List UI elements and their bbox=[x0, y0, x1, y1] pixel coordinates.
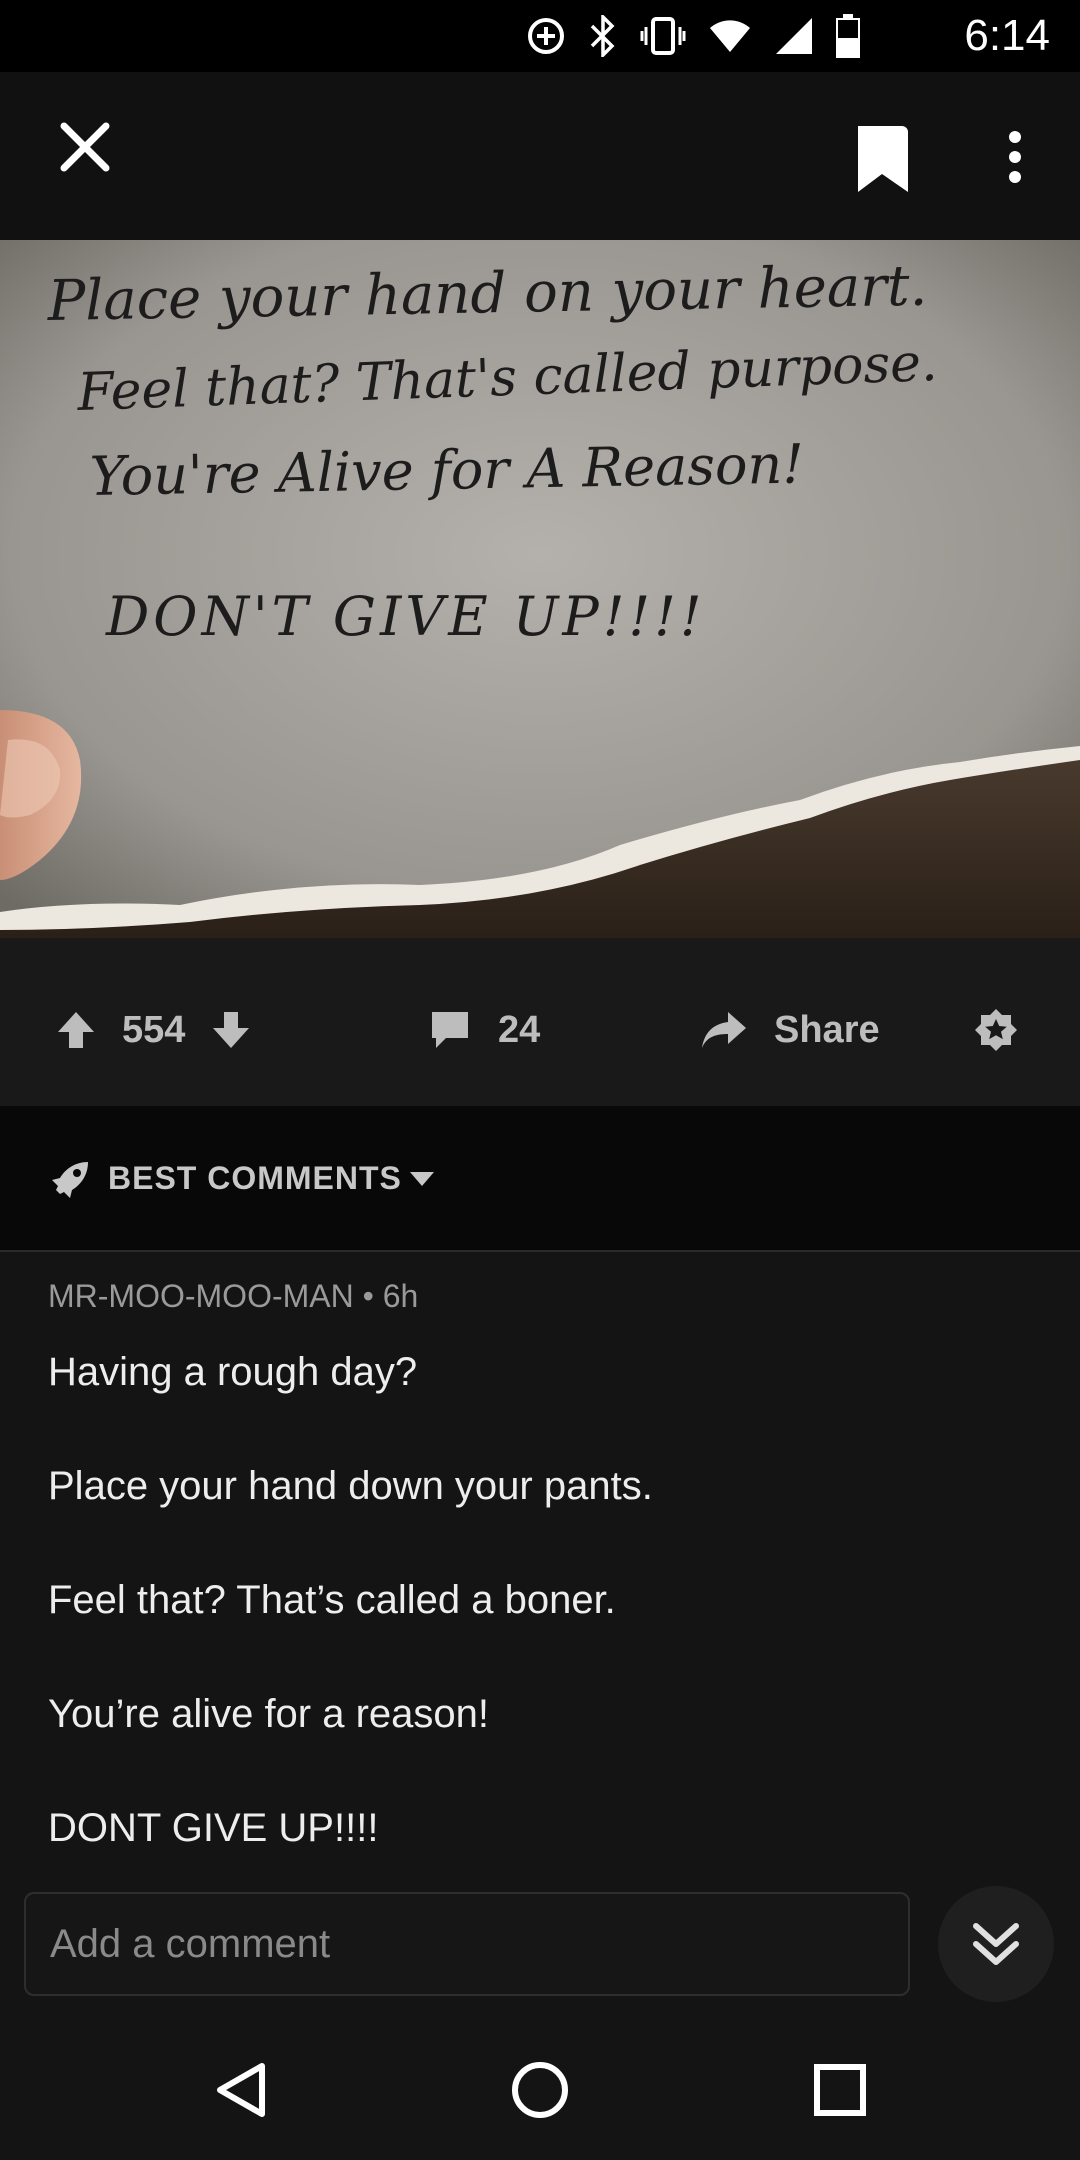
add-comment-input[interactable]: Add a comment bbox=[24, 1892, 910, 1996]
close-icon bbox=[60, 122, 110, 172]
share-button[interactable]: Share bbox=[700, 1000, 880, 1060]
comment-icon bbox=[432, 1012, 468, 1048]
add-comment-placeholder: Add a comment bbox=[50, 1921, 331, 1966]
note-line-4: DON'T GIVE UP!!!! bbox=[105, 585, 706, 648]
downvote-icon[interactable] bbox=[209, 1008, 253, 1052]
wifi-icon bbox=[710, 20, 750, 52]
award-button[interactable] bbox=[972, 1000, 1020, 1060]
comment-meta: MR-MOO-MOO-MAN • 6h bbox=[48, 1278, 418, 1315]
upvote-icon[interactable] bbox=[54, 1008, 98, 1052]
comment-line: Having a rough day? bbox=[48, 1350, 418, 1394]
data-saver-icon bbox=[528, 18, 564, 54]
bluetooth-icon bbox=[590, 15, 615, 57]
more-vert-icon bbox=[1009, 131, 1021, 183]
bookmark-icon bbox=[858, 126, 908, 192]
award-star-icon bbox=[975, 1009, 1017, 1051]
comment-author[interactable]: MR-MOO-MOO-MAN bbox=[48, 1278, 354, 1314]
double-chevron-down-icon bbox=[973, 1923, 1019, 1965]
vote-count: 554 bbox=[122, 1008, 186, 1051]
chevron-down-icon[interactable] bbox=[408, 1168, 436, 1188]
comment-count: 24 bbox=[498, 1008, 541, 1051]
more-options-button[interactable] bbox=[985, 120, 1045, 200]
comment-line: Feel that? That’s called a boner. bbox=[48, 1578, 616, 1622]
meta-separator: • bbox=[353, 1278, 383, 1314]
comments-button[interactable]: 24 bbox=[428, 1000, 540, 1060]
comment-age: 6h bbox=[382, 1278, 419, 1314]
post-image[interactable]: Place your hand on your heart. Feel that… bbox=[0, 240, 1080, 938]
system-nav-bar bbox=[0, 2020, 1080, 2160]
battery-icon bbox=[836, 14, 860, 58]
home-icon[interactable] bbox=[510, 2060, 570, 2120]
handwritten-note-image: Place your hand on your heart. Feel that… bbox=[0, 240, 1080, 938]
rocket-icon bbox=[52, 1162, 88, 1198]
comment-line: DONT GIVE UP!!!! bbox=[48, 1806, 379, 1850]
sort-label[interactable]: BEST COMMENTS bbox=[108, 1160, 402, 1197]
comment-line: Place your hand down your pants. bbox=[48, 1464, 653, 1508]
comment-body: Having a rough day? Place your hand down… bbox=[48, 1344, 1028, 1914]
next-comment-button[interactable] bbox=[938, 1886, 1054, 2002]
back-icon[interactable] bbox=[212, 2060, 268, 2120]
comment-line: You’re alive for a reason! bbox=[48, 1692, 490, 1736]
share-label: Share bbox=[774, 1008, 880, 1051]
status-bar: 6:14 bbox=[0, 0, 1080, 72]
signal-icon bbox=[776, 18, 812, 54]
status-time: 6:14 bbox=[964, 11, 1050, 60]
bookmark-button[interactable] bbox=[850, 118, 920, 198]
recents-icon[interactable] bbox=[812, 2062, 868, 2118]
vibrate-icon bbox=[640, 17, 686, 55]
vote-group: 554 bbox=[54, 1000, 253, 1060]
share-arrow-icon bbox=[702, 1012, 746, 1048]
note-line-3: You're Alive for A Reason! bbox=[89, 433, 804, 508]
close-button[interactable] bbox=[50, 112, 120, 182]
